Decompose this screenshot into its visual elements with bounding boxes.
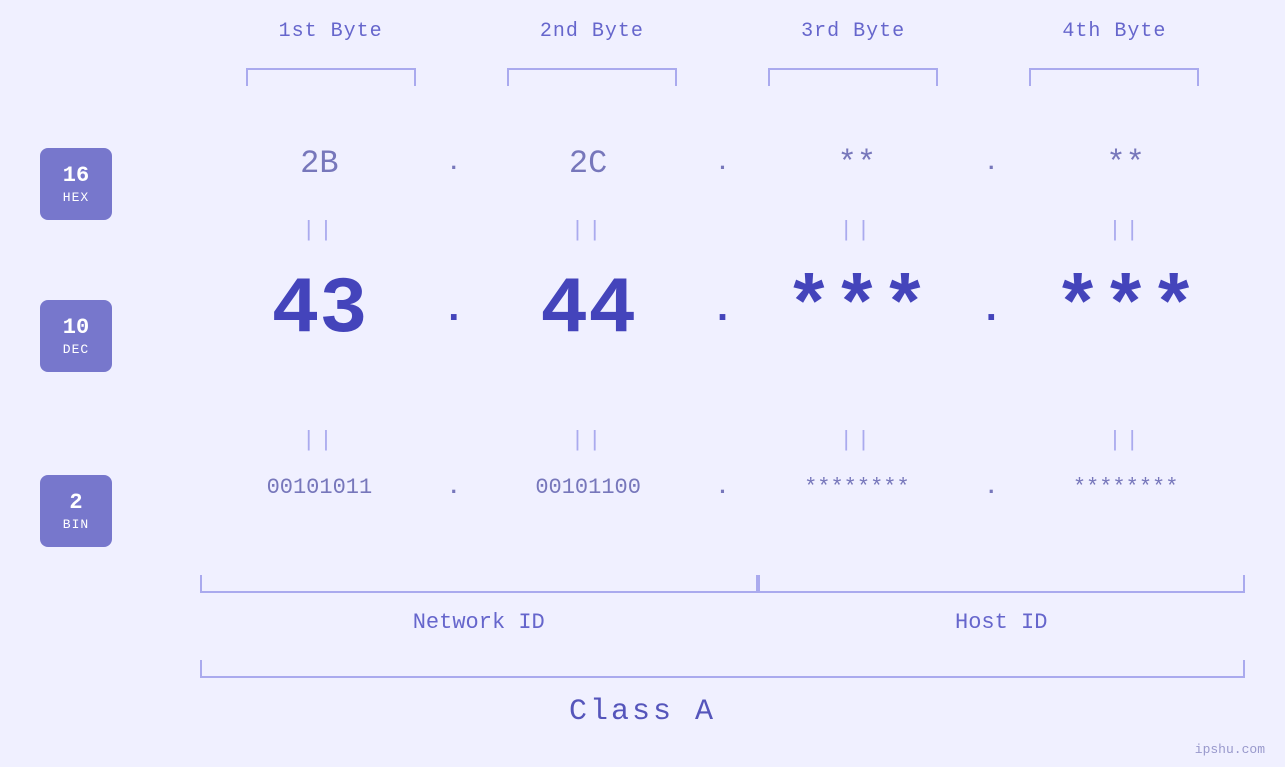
eq-row-1: || || || ||	[200, 218, 1245, 243]
eq-cell-8: ||	[1006, 428, 1245, 453]
badge-bin-box: 2 BIN	[40, 475, 112, 547]
bracket-4	[1029, 68, 1199, 86]
bin-byte2: 00101100	[469, 475, 708, 500]
host-id-label: Host ID	[758, 610, 1246, 635]
hex-dot2: .	[708, 151, 738, 176]
bracket-cell-2	[461, 68, 722, 86]
badge-dec: 10 DEC	[40, 300, 112, 372]
dec-byte1: 43	[200, 265, 439, 356]
bracket-cell-4	[984, 68, 1245, 86]
hex-byte4: **	[1006, 145, 1245, 182]
badge-dec-label: DEC	[63, 342, 89, 357]
hex-byte1: 2B	[200, 145, 439, 182]
bin-dot2: .	[708, 475, 738, 500]
header-byte4: 4th Byte	[984, 20, 1245, 43]
bin-byte4: ********	[1006, 475, 1245, 500]
hex-byte2: 2C	[469, 145, 708, 182]
bin-row: 00101011 . 00101100 . ******** . *******…	[200, 475, 1245, 500]
eq-cell-1: ||	[200, 218, 439, 243]
badge-hex: 16 HEX	[40, 148, 112, 220]
eq-cell-6: ||	[469, 428, 708, 453]
badge-hex-box: 16 HEX	[40, 148, 112, 220]
badge-bin-label: BIN	[63, 517, 89, 532]
bracket-1	[246, 68, 416, 86]
eq-cell-5: ||	[200, 428, 439, 453]
class-label: Class A	[0, 695, 1285, 729]
watermark: ipshu.com	[1195, 742, 1265, 757]
bin-byte1: 00101011	[200, 475, 439, 500]
network-bracket-wrap	[200, 575, 758, 593]
bracket-2	[507, 68, 677, 86]
badge-hex-label: HEX	[63, 190, 89, 205]
host-bracket-wrap	[758, 575, 1246, 593]
hex-byte3: **	[738, 145, 977, 182]
network-id-label: Network ID	[200, 610, 758, 635]
bracket-cell-1	[200, 68, 461, 86]
header-byte3: 3rd Byte	[723, 20, 984, 43]
bracket-cell-3	[723, 68, 984, 86]
dec-dot1: .	[439, 288, 469, 333]
dec-byte2: 44	[469, 265, 708, 356]
header-byte1: 1st Byte	[200, 20, 461, 43]
header-row: 1st Byte 2nd Byte 3rd Byte 4th Byte	[200, 20, 1245, 43]
badge-dec-box: 10 DEC	[40, 300, 112, 372]
bracket-3	[768, 68, 938, 86]
badge-hex-num: 16	[63, 163, 89, 189]
eq-cell-2: ||	[469, 218, 708, 243]
network-bracket	[200, 575, 758, 593]
dec-byte4: ***	[1006, 265, 1245, 356]
hex-row: 2B . 2C . ** . **	[200, 145, 1245, 182]
dec-row: 43 . 44 . *** . ***	[200, 265, 1245, 356]
badge-dec-num: 10	[63, 315, 89, 341]
dec-dot2: .	[708, 288, 738, 333]
dec-byte3: ***	[738, 265, 977, 356]
hex-dot3: .	[976, 151, 1006, 176]
host-bracket	[758, 575, 1246, 593]
header-byte2: 2nd Byte	[461, 20, 722, 43]
eq-cell-7: ||	[738, 428, 977, 453]
badge-bin: 2 BIN	[40, 475, 112, 547]
bin-dot1: .	[439, 475, 469, 500]
bin-dot3: .	[976, 475, 1006, 500]
full-bracket	[200, 660, 1245, 678]
full-bracket-wrap	[200, 660, 1245, 678]
eq-cell-3: ||	[738, 218, 977, 243]
eq-cell-4: ||	[1006, 218, 1245, 243]
main-container: 1st Byte 2nd Byte 3rd Byte 4th Byte 16 H…	[0, 0, 1285, 767]
badge-bin-num: 2	[69, 490, 82, 516]
eq-row-2: || || || ||	[200, 428, 1245, 453]
bin-byte3: ********	[738, 475, 977, 500]
top-bracket-row	[200, 68, 1245, 86]
dec-dot3: .	[976, 288, 1006, 333]
hex-dot1: .	[439, 151, 469, 176]
